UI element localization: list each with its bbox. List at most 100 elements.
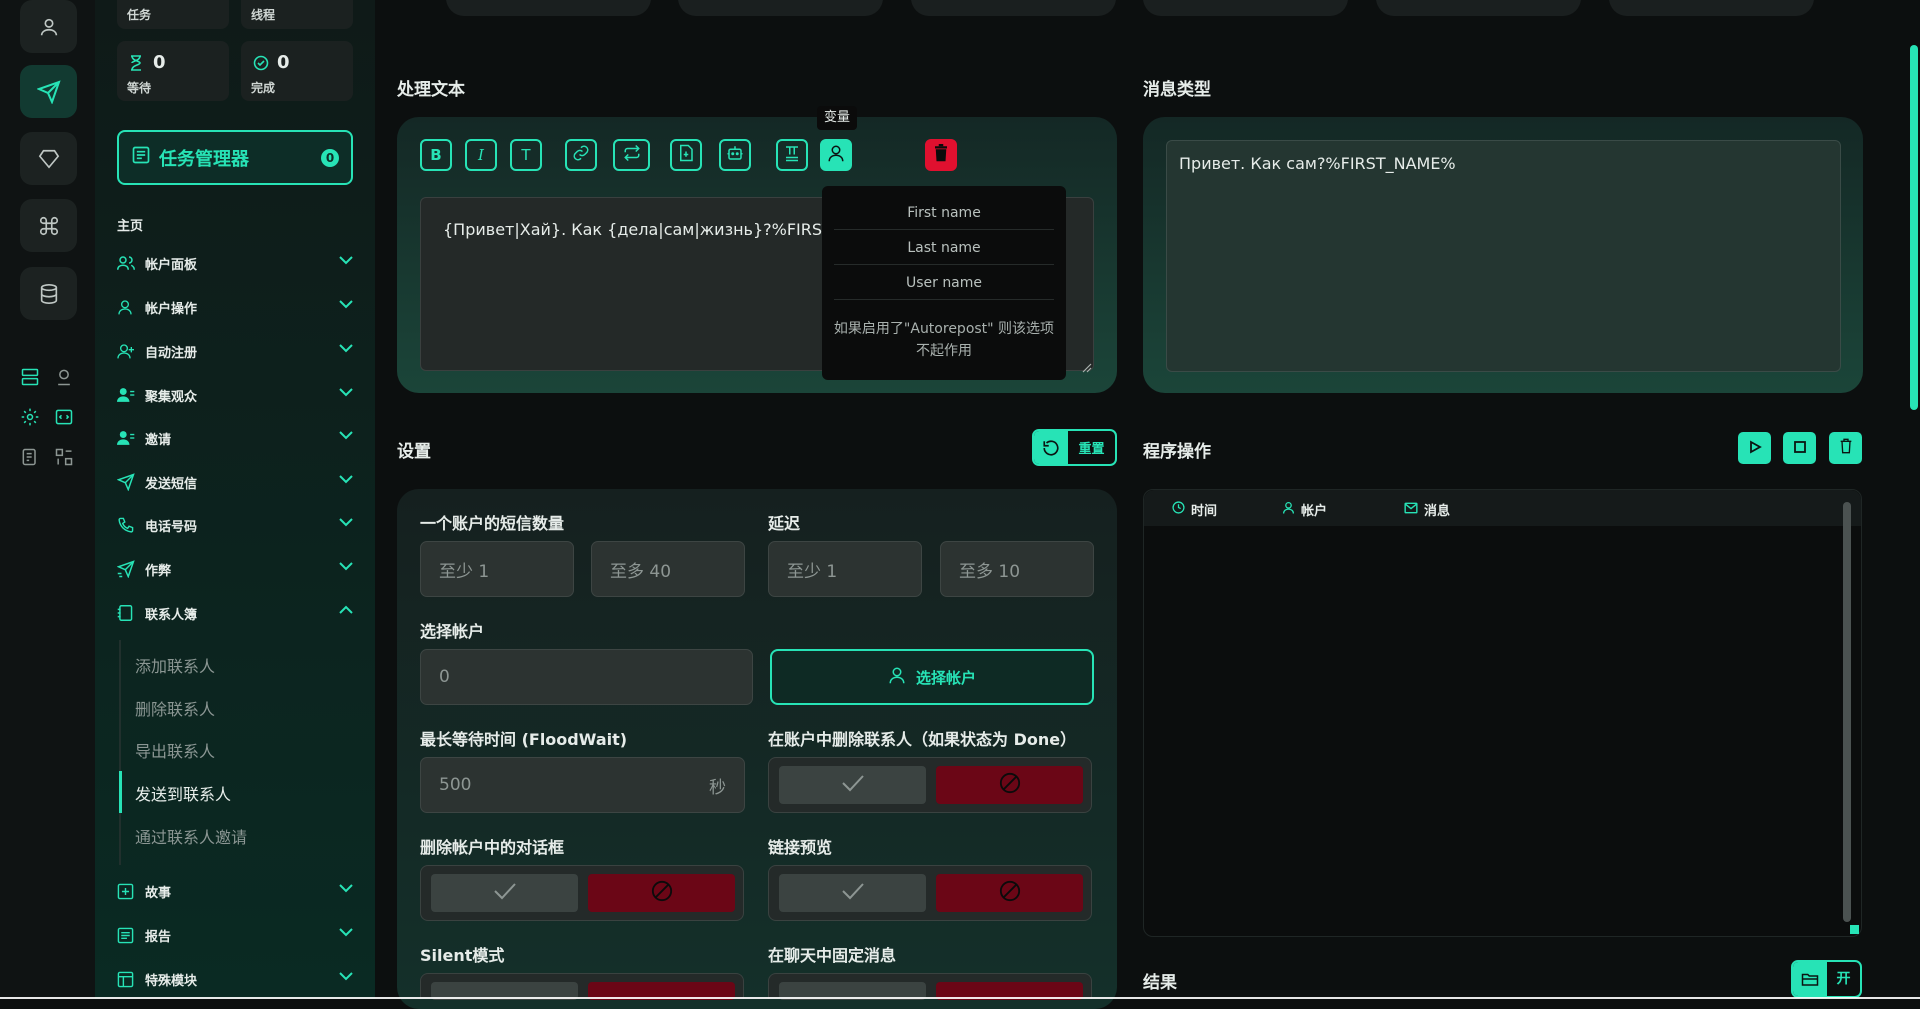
text-button[interactable]: T xyxy=(510,139,542,171)
sub-export-contacts[interactable]: 导出联系人 xyxy=(135,738,215,762)
contacts-icon xyxy=(117,604,139,622)
message-preview: Привет. Как сам?%FIRST_NAME% xyxy=(1166,140,1841,372)
select-account-button[interactable]: 选择帐户 xyxy=(770,649,1094,705)
notes-icon[interactable] xyxy=(19,446,41,468)
repost-button[interactable] xyxy=(613,139,650,171)
delay-min-input[interactable]: 至少 1 xyxy=(768,541,922,597)
diamond-icon[interactable] xyxy=(20,132,77,185)
insert-file-button[interactable] xyxy=(670,139,702,171)
nav-send-sms[interactable]: 发送短信 xyxy=(117,471,353,493)
italic-icon: I xyxy=(478,146,484,164)
sms-min-value: 至少 1 xyxy=(439,561,490,582)
users-filled-icon xyxy=(117,429,139,447)
paragraph-icon xyxy=(783,144,801,166)
chevron-down-icon xyxy=(339,298,353,313)
floodwait-unit: 秒 xyxy=(709,777,726,798)
sub-delete-contacts[interactable]: 删除联系人 xyxy=(135,696,215,720)
check-icon xyxy=(841,774,865,796)
italic-button[interactable]: I xyxy=(465,139,497,171)
stop-button[interactable] xyxy=(1783,432,1816,464)
nav-contacts-book[interactable]: 联系人簿 xyxy=(117,602,353,624)
sms-min-input[interactable]: 至少 1 xyxy=(420,541,574,597)
toggle-no[interactable] xyxy=(936,874,1083,912)
clear-log-button[interactable] xyxy=(1829,432,1862,464)
delete-contacts-toggle[interactable] xyxy=(768,757,1092,813)
database-icon[interactable] xyxy=(20,267,77,320)
log-scrollbar[interactable] xyxy=(1843,502,1851,922)
grid-icon[interactable] xyxy=(53,446,75,468)
profile-icon[interactable] xyxy=(20,0,77,53)
nav-invite[interactable]: 邀请 xyxy=(117,427,353,449)
toggle-yes[interactable] xyxy=(779,874,926,912)
repeat-icon xyxy=(622,144,642,166)
task-manager-button[interactable]: 任务管理器 0 xyxy=(117,130,353,185)
nav-account-panel[interactable]: 帐户面板 xyxy=(117,252,353,274)
user-icon xyxy=(827,144,845,166)
nav-special-modules[interactable]: 特殊模块 xyxy=(117,968,353,990)
nav-reports[interactable]: 报告 xyxy=(117,924,353,946)
clear-text-button[interactable] xyxy=(925,139,957,171)
settings-gear-icon[interactable] xyxy=(19,406,41,428)
user-icon xyxy=(1282,501,1295,518)
command-icon[interactable] xyxy=(20,199,77,252)
clock-icon xyxy=(1172,501,1185,518)
variable-first-name[interactable]: First name xyxy=(834,196,1054,230)
location-user-icon[interactable] xyxy=(53,366,75,388)
floodwait-label: 最长等待时间 (FloodWait) xyxy=(420,730,628,749)
paragraph-button[interactable] xyxy=(776,139,808,171)
bot-button[interactable] xyxy=(719,139,751,171)
nav-cheat[interactable]: 作弊 xyxy=(117,558,353,580)
server-icon[interactable] xyxy=(19,366,41,388)
link-button[interactable] xyxy=(565,139,597,171)
nav-account-actions[interactable]: 帐户操作 xyxy=(117,296,353,318)
send-icon[interactable] xyxy=(20,65,77,118)
nav-label: 报告 xyxy=(145,929,172,945)
toggle-yes[interactable] xyxy=(779,766,926,804)
top-pill xyxy=(446,0,651,16)
user-plus-icon xyxy=(117,342,139,360)
module-icon xyxy=(117,970,139,988)
variables-button[interactable] xyxy=(820,139,852,171)
code-window-icon[interactable] xyxy=(53,406,75,428)
nav-gather-audience[interactable]: 聚集观众 xyxy=(117,384,353,406)
page-scrollbar[interactable] xyxy=(1910,45,1918,410)
sms-max-input[interactable]: 至多 40 xyxy=(591,541,745,597)
pin-message-label: 在聊天中固定消息 xyxy=(768,946,897,965)
silent-mode-toggle[interactable] xyxy=(420,973,744,1000)
toggle-no[interactable] xyxy=(936,766,1083,804)
sidebar: 任务 线程 0 等待 0 完成 任务管理器 0 主页 帐户面板 帐户操作 自动注… xyxy=(95,0,375,999)
nav-label: 作弊 xyxy=(145,563,172,579)
start-button[interactable] xyxy=(1738,432,1771,464)
pin-message-toggle[interactable] xyxy=(768,973,1092,1000)
toggle-yes[interactable] xyxy=(431,874,578,912)
variable-user-name[interactable]: User name xyxy=(834,266,1054,300)
floodwait-input[interactable]: 500 秒 xyxy=(420,757,745,813)
variable-last-name[interactable]: Last name xyxy=(834,231,1054,265)
chevron-down-icon xyxy=(339,386,353,401)
select-account-label: 选择帐户 xyxy=(420,622,485,641)
reset-button[interactable]: 重置 xyxy=(1032,429,1117,466)
done-label: 完成 xyxy=(251,81,276,95)
file-add-icon xyxy=(678,144,694,166)
nav-auto-register[interactable]: 自动注册 xyxy=(117,340,353,362)
bold-icon: B xyxy=(430,146,442,164)
log-resize-icon[interactable] xyxy=(1850,925,1859,934)
bold-button[interactable]: B xyxy=(420,139,452,171)
sub-invite-via-contacts[interactable]: 通过联系人邀请 xyxy=(135,824,247,848)
chevron-down-icon xyxy=(339,429,353,444)
resize-handle-icon[interactable] xyxy=(1082,358,1092,377)
sub-send-to-contacts[interactable]: 发送到联系人 xyxy=(135,781,231,805)
stop-icon xyxy=(1793,439,1807,458)
done-stat: 0 完成 xyxy=(241,41,353,101)
nav-label: 联系人簿 xyxy=(145,607,198,623)
settings-title: 设置 xyxy=(397,442,431,462)
link-preview-toggle[interactable] xyxy=(768,865,1092,921)
open-result-button[interactable]: 开 xyxy=(1791,960,1862,998)
nav-phone-numbers[interactable]: 电话号码 xyxy=(117,514,353,536)
nav-stories[interactable]: 故事 xyxy=(117,880,353,902)
sub-add-contacts[interactable]: 添加联系人 xyxy=(135,653,215,677)
toggle-no[interactable] xyxy=(588,874,735,912)
silent-mode-label: Silent模式 xyxy=(420,946,505,965)
delay-max-input[interactable]: 至多 10 xyxy=(940,541,1094,597)
delete-dialogs-toggle[interactable] xyxy=(420,865,744,921)
